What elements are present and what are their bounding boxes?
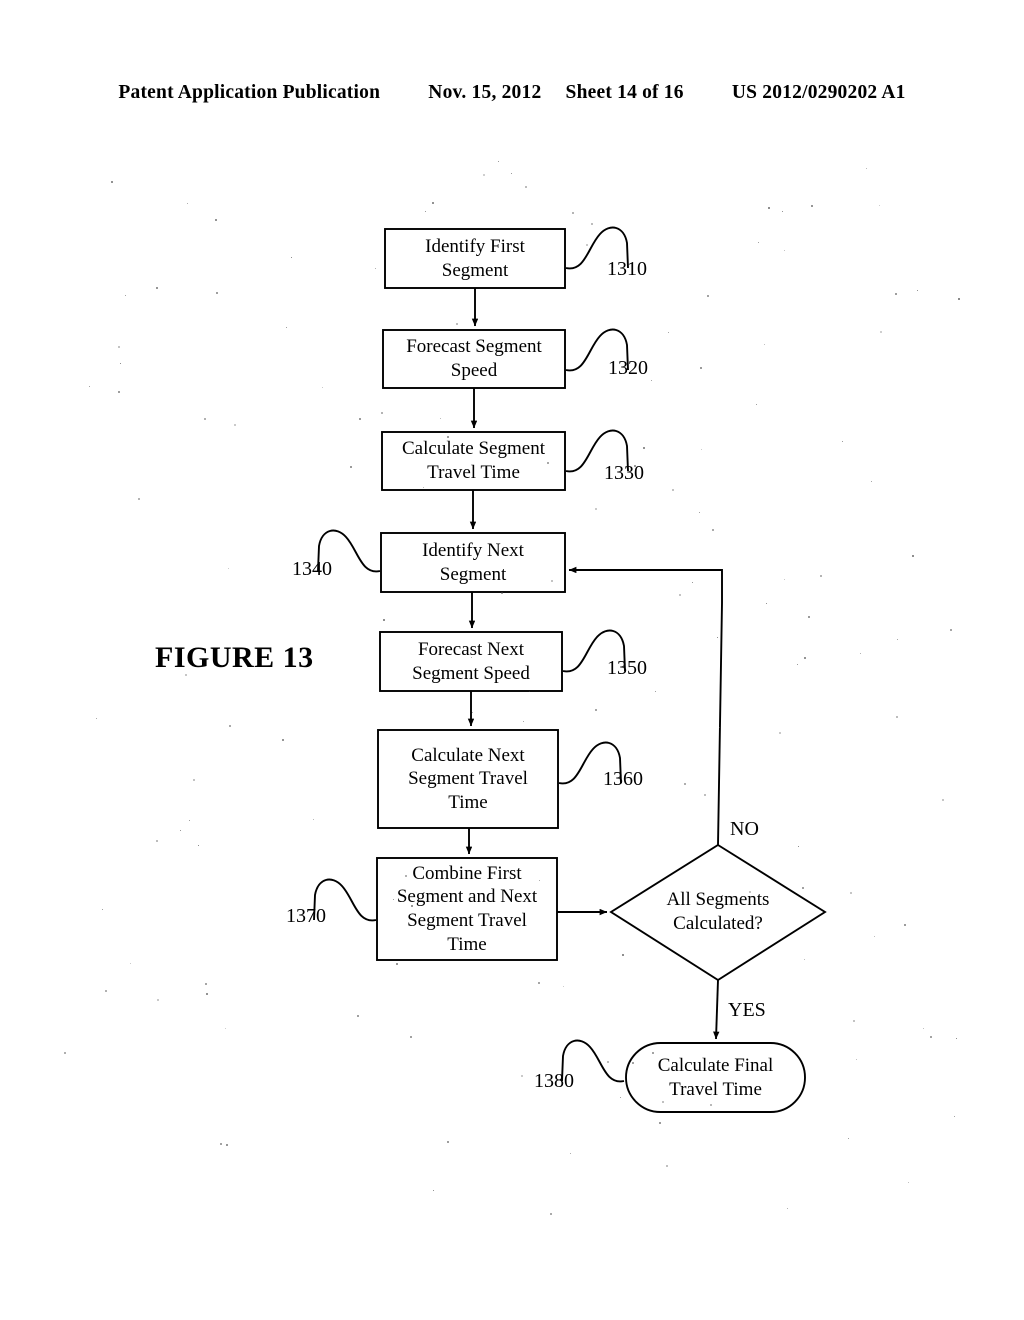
reference-numeral-1370: 1370 <box>286 905 326 927</box>
node-forecast-next-segment-speed <box>379 631 563 692</box>
reference-numeral-1320: 1320 <box>608 357 648 379</box>
reference-numeral-1310: 1310 <box>607 258 647 280</box>
connector-no-feedback-loop <box>568 566 723 846</box>
node-forecast-segment-speed <box>382 329 566 389</box>
branch-label-no: NO <box>730 818 759 840</box>
reference-numeral-1330: 1330 <box>604 462 644 484</box>
node-identify-next-segment <box>380 532 566 593</box>
branch-label-yes: YES <box>728 999 766 1021</box>
node-calculate-final-travel-time <box>625 1042 806 1113</box>
connector-yes-to-final <box>713 979 720 1040</box>
reference-numeral-1380: 1380 <box>534 1070 574 1092</box>
node-all-segments-calculated-decision <box>609 843 827 982</box>
node-combine-travel-times <box>376 857 558 961</box>
reference-numeral-1350: 1350 <box>607 657 647 679</box>
node-identify-first-segment <box>384 228 566 289</box>
reference-numeral-1360: 1360 <box>603 768 643 790</box>
flowchart-diagram <box>313 226 827 1113</box>
node-calculate-next-segment-travel-time <box>377 729 559 829</box>
node-calculate-segment-travel-time <box>381 431 566 491</box>
reference-numeral-1340: 1340 <box>292 558 332 580</box>
